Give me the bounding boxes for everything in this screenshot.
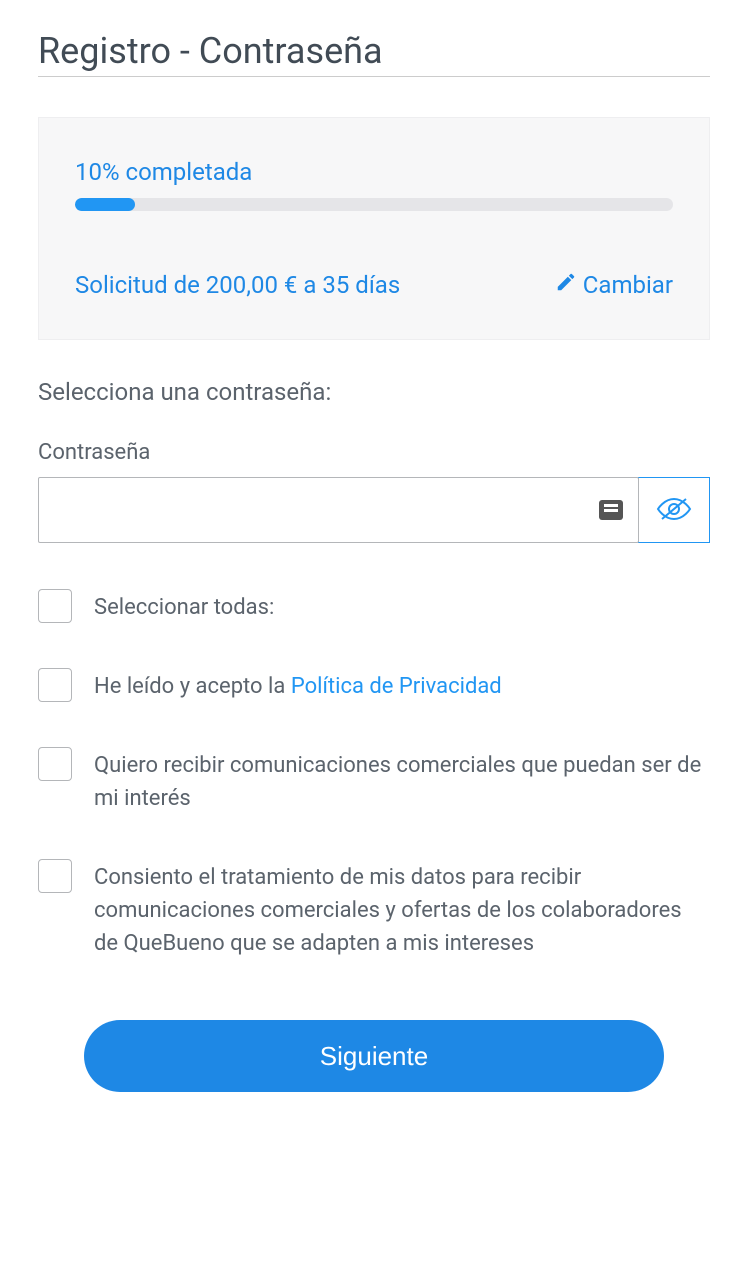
progress-fill	[75, 198, 135, 211]
privacy-pre-text: He leído y acepto la	[94, 674, 291, 699]
marketing-consent-label: Quiero recibir comunicaciones comerciale…	[94, 747, 710, 815]
privacy-policy-checkbox[interactable]	[38, 668, 72, 702]
toggle-password-visibility-button[interactable]	[638, 477, 710, 543]
password-label: Contraseña	[38, 440, 710, 465]
pencil-icon	[555, 271, 577, 299]
loan-summary-text: Solicitud de 200,00 € a 35 días	[75, 271, 400, 299]
section-heading: Selecciona una contraseña:	[38, 378, 710, 406]
change-label: Cambiar	[583, 271, 673, 299]
summary-box: 10% completada Solicitud de 200,00 € a 3…	[38, 117, 710, 340]
keyboard-icon	[599, 500, 623, 520]
page-title: Registro - Contraseña	[38, 30, 710, 77]
privacy-policy-link[interactable]: Política de Privacidad	[291, 674, 502, 699]
progress-bar	[75, 198, 673, 211]
next-button[interactable]: Siguiente	[84, 1020, 664, 1092]
partners-consent-checkbox[interactable]	[38, 859, 72, 893]
password-input[interactable]	[38, 477, 639, 543]
progress-label: 10% completada	[75, 158, 673, 186]
marketing-consent-checkbox[interactable]	[38, 747, 72, 781]
change-button[interactable]: Cambiar	[555, 271, 673, 299]
partners-consent-label: Consiento el tratamiento de mis datos pa…	[94, 859, 710, 960]
select-all-label: Seleccionar todas:	[94, 589, 274, 624]
select-all-checkbox[interactable]	[38, 589, 72, 623]
eye-off-icon	[656, 495, 692, 526]
privacy-policy-label: He leído y acepto la Política de Privaci…	[94, 668, 502, 703]
